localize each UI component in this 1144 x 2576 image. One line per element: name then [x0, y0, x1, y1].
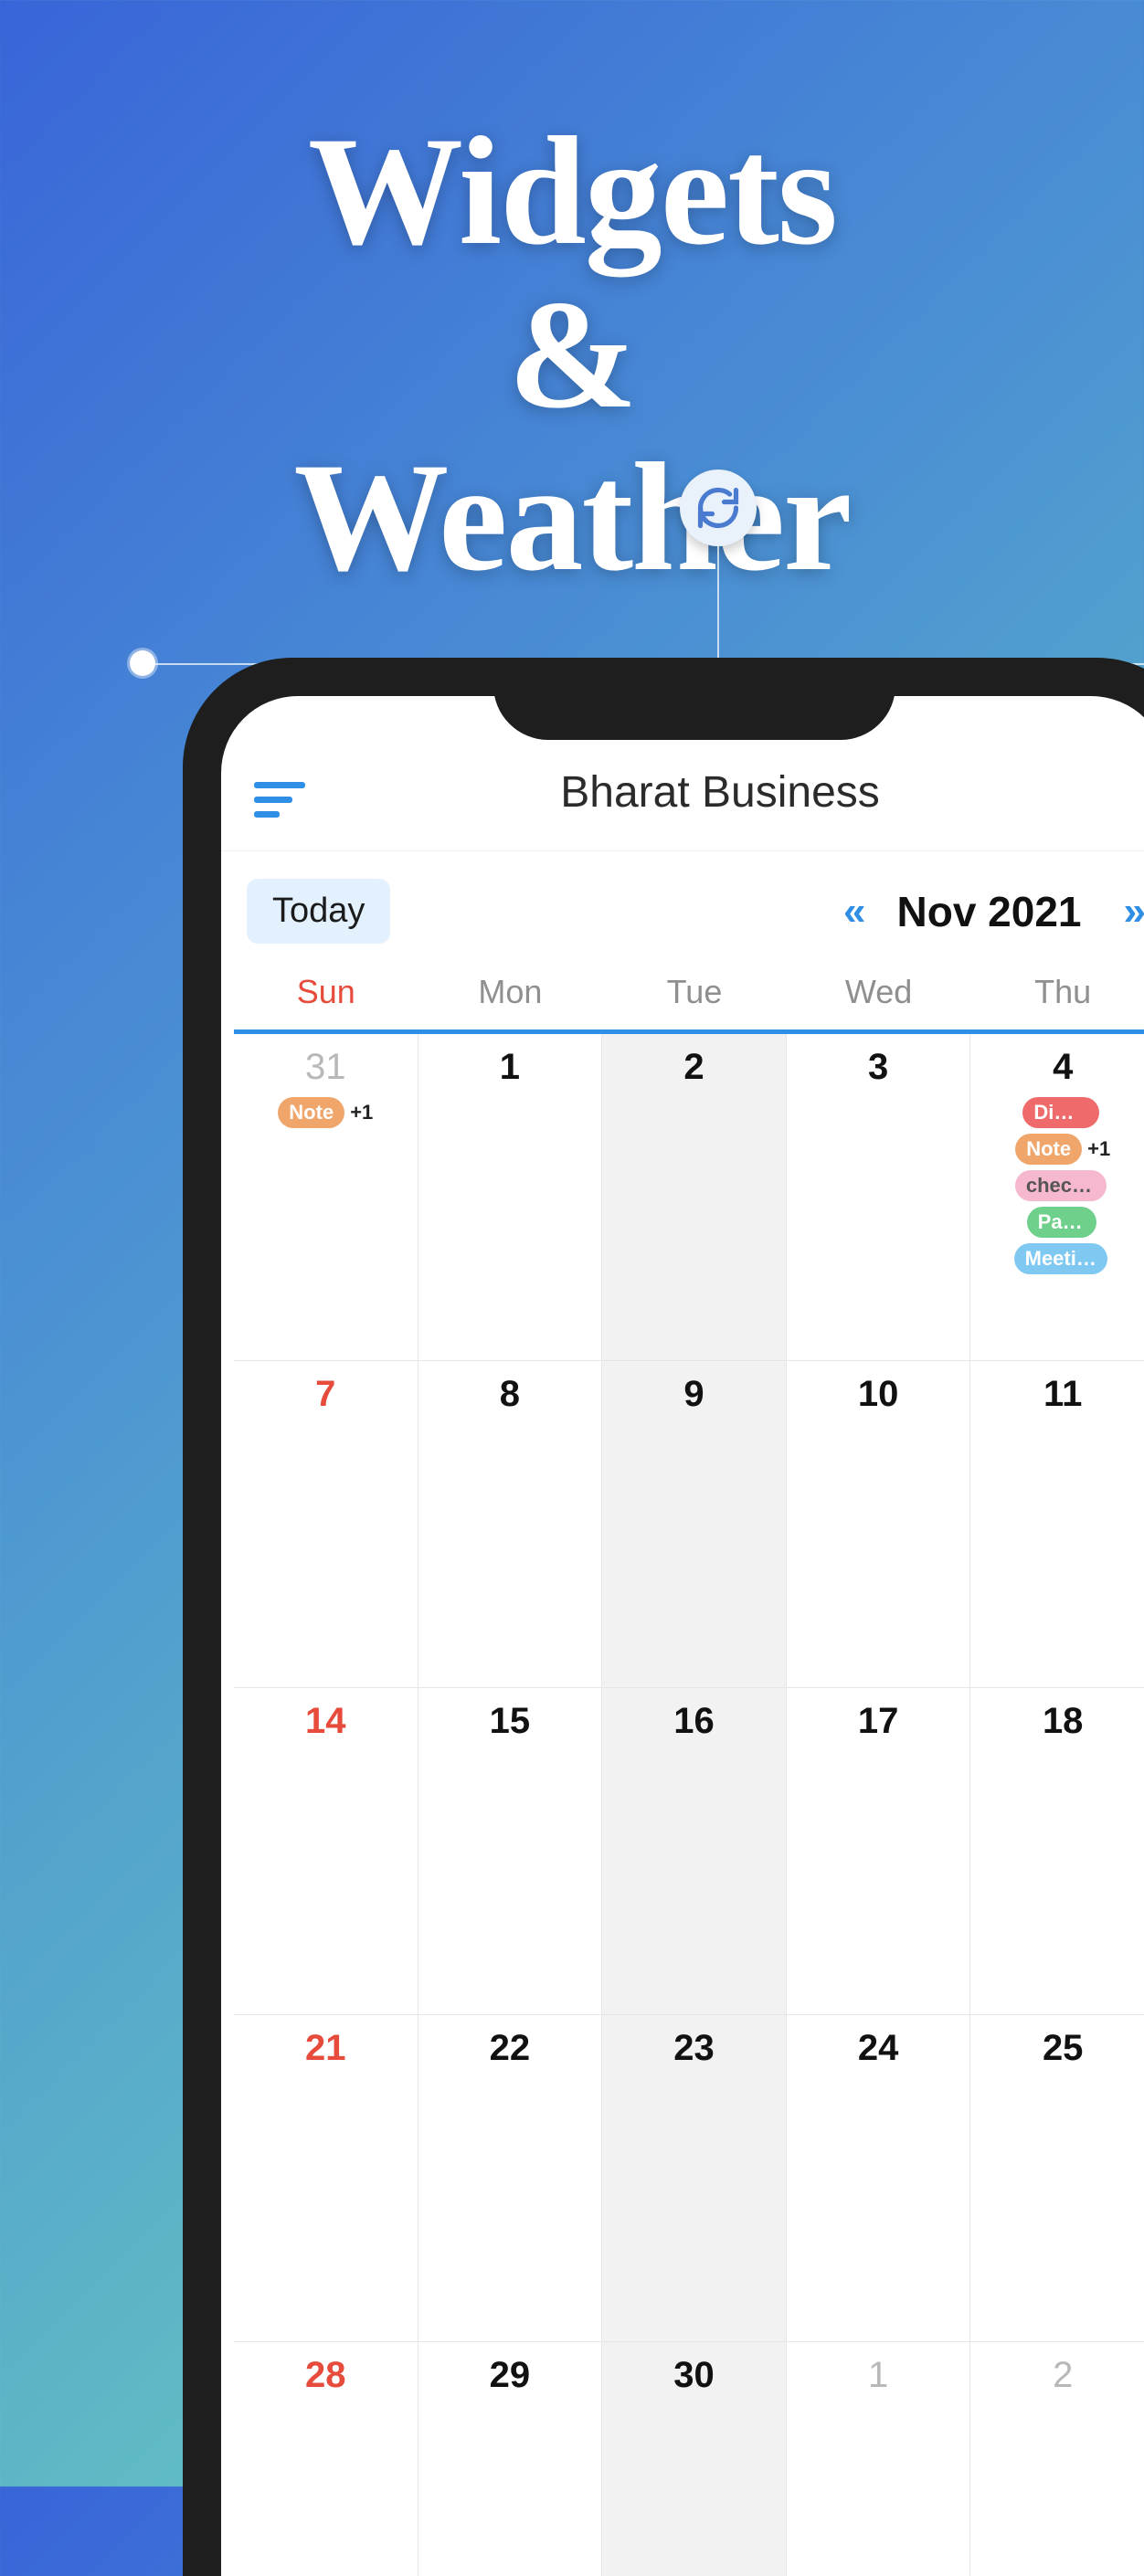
- calendar-cell[interactable]: 18: [970, 1688, 1144, 2015]
- app-title: Bharat Business: [305, 767, 1135, 818]
- calendar-cell[interactable]: 17: [787, 1688, 971, 2015]
- day-number: 11: [976, 1374, 1144, 1415]
- calendar-cell[interactable]: 25: [970, 2015, 1144, 2342]
- refresh-icon: [680, 470, 757, 546]
- event-tag[interactable]: Note: [278, 1097, 344, 1128]
- decoration-line: [717, 546, 719, 663]
- calendar-cell[interactable]: 31 Note +1: [234, 1034, 418, 1361]
- day-number: 15: [424, 1701, 597, 1742]
- day-number: 8: [424, 1374, 597, 1415]
- day-number: 28: [239, 2355, 412, 2396]
- promo-line-1: Widgets: [0, 110, 1144, 273]
- month-label[interactable]: Nov 2021: [879, 887, 1100, 936]
- day-number: 14: [239, 1701, 412, 1742]
- day-number: 16: [608, 1701, 780, 1742]
- day-number: 2: [608, 1047, 780, 1088]
- phone-screen: Bharat Business Today « Nov 2021 » Sun M…: [221, 696, 1144, 2576]
- calendar-toolbar: Today « Nov 2021 »: [221, 851, 1144, 960]
- day-number: 1: [792, 2355, 965, 2396]
- day-number: 23: [608, 2028, 780, 2069]
- weekday-header-row: Sun Mon Tue Wed Thu: [221, 960, 1144, 1029]
- calendar-cell[interactable]: 11: [970, 1361, 1144, 1688]
- day-number: 29: [424, 2355, 597, 2396]
- weekday-header: Mon: [418, 960, 603, 1029]
- calendar-cell[interactable]: 21: [234, 2015, 418, 2342]
- next-month-button[interactable]: »: [1117, 889, 1142, 934]
- day-number: 7: [239, 1374, 412, 1415]
- weekday-header: Tue: [602, 960, 787, 1029]
- event-overflow-count[interactable]: +1: [1087, 1137, 1110, 1161]
- calendar-cell[interactable]: 22: [418, 2015, 603, 2342]
- weekday-header: Sun: [234, 960, 418, 1029]
- calendar-cell[interactable]: 8: [418, 1361, 603, 1688]
- day-number: 3: [792, 1047, 965, 1088]
- weekday-header: Thu: [970, 960, 1144, 1029]
- promo-line-2: &: [0, 273, 1144, 437]
- day-number: 31: [239, 1047, 412, 1088]
- calendar-cell[interactable]: 30: [602, 2342, 787, 2576]
- calendar-cell[interactable]: 23: [602, 2015, 787, 2342]
- calendar-cell[interactable]: 1: [418, 1034, 603, 1361]
- calendar-cell[interactable]: 16: [602, 1688, 787, 2015]
- day-number: 21: [239, 2028, 412, 2069]
- event-tag[interactable]: Party: [1027, 1207, 1096, 1238]
- calendar-grid: 31Note+11234DiwaliNote+1check...PartyMee…: [221, 1034, 1144, 2576]
- day-number: 30: [608, 2355, 780, 2396]
- day-number: 10: [792, 1374, 965, 1415]
- event-tag[interactable]: Diwali: [1022, 1097, 1099, 1128]
- calendar-cell[interactable]: 10: [787, 1361, 971, 1688]
- day-number: 18: [976, 1701, 1144, 1742]
- event-tag[interactable]: Meeting: [1014, 1243, 1108, 1274]
- day-number: 24: [792, 2028, 965, 2069]
- today-button[interactable]: Today: [247, 879, 390, 944]
- event-tag[interactable]: Note: [1015, 1134, 1082, 1165]
- decoration-node: [130, 650, 155, 676]
- menu-button[interactable]: [254, 782, 305, 818]
- calendar-cell[interactable]: 1: [787, 2342, 971, 2576]
- calendar-cell[interactable]: 24: [787, 2015, 971, 2342]
- calendar-cell[interactable]: 9: [602, 1361, 787, 1688]
- day-number: 4: [976, 1047, 1144, 1088]
- event-tag[interactable]: check...: [1015, 1170, 1107, 1201]
- calendar-cell[interactable]: 4 Diwali Note+1 check... Party Meeting: [970, 1034, 1144, 1361]
- day-number: 22: [424, 2028, 597, 2069]
- promo-headline: Widgets & Weather: [0, 110, 1144, 599]
- calendar-cell[interactable]: 15: [418, 1688, 603, 2015]
- calendar-cell[interactable]: 2: [602, 1034, 787, 1361]
- day-number: 25: [976, 2028, 1144, 2069]
- promo-line-3: Weather: [0, 436, 1144, 599]
- calendar-cell[interactable]: 28: [234, 2342, 418, 2576]
- calendar-cell[interactable]: 7: [234, 1361, 418, 1688]
- phone-notch: [493, 658, 895, 740]
- calendar-cell[interactable]: 14: [234, 1688, 418, 2015]
- day-number: 2: [976, 2355, 1144, 2396]
- weekday-header: Wed: [787, 960, 971, 1029]
- calendar-cell[interactable]: 29: [418, 2342, 603, 2576]
- day-number: 9: [608, 1374, 780, 1415]
- phone-frame: Bharat Business Today « Nov 2021 » Sun M…: [183, 658, 1144, 2576]
- day-number: 17: [792, 1701, 965, 1742]
- day-number: 1: [424, 1047, 597, 1088]
- calendar-cell[interactable]: 2: [970, 2342, 1144, 2576]
- calendar-cell[interactable]: 3: [787, 1034, 971, 1361]
- prev-month-button[interactable]: «: [836, 889, 862, 934]
- event-overflow-count[interactable]: +1: [350, 1101, 373, 1124]
